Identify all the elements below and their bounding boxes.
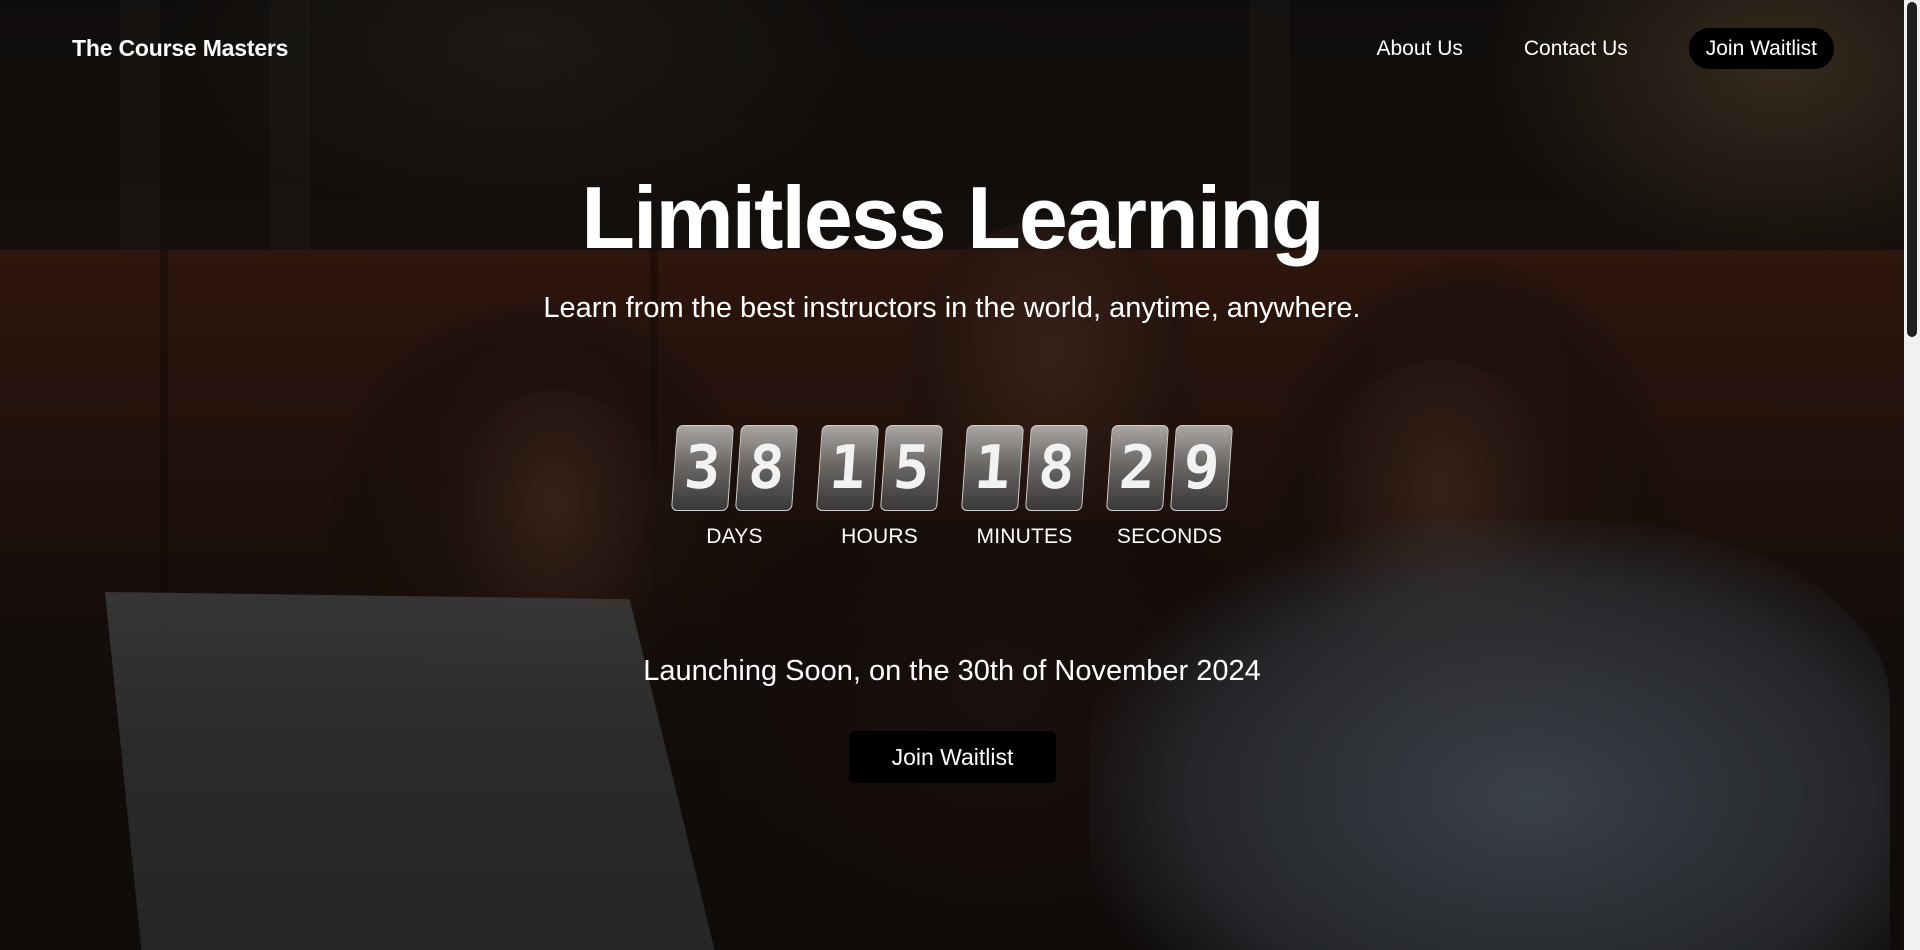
countdown-digit: 2 [1105, 425, 1170, 511]
join-waitlist-button[interactable]: Join Waitlist [849, 731, 1056, 783]
launch-date-text: Launching Soon, on the 30th of November … [643, 655, 1261, 687]
page-scrollbar[interactable] [1904, 0, 1920, 950]
brand-logo[interactable]: The Course Masters [72, 35, 288, 62]
countdown-days-digits: 3 8 [670, 425, 799, 511]
countdown-minutes: 1 8 MINUTES [960, 425, 1089, 549]
countdown-digit: 5 [879, 425, 944, 511]
countdown-hours-digits: 1 5 [815, 425, 944, 511]
hero-subtitle: Learn from the best instructors in the w… [543, 292, 1361, 324]
countdown-seconds: 2 9 SECONDS [1105, 425, 1234, 549]
countdown-days-label: DAYS [706, 525, 763, 548]
countdown-timer: 3 8 DAYS 1 5 HOURS 1 8 MINUTES 2 9 SECON… [0, 425, 1904, 549]
top-nav: About Us Contact Us Join Waitlist [1376, 28, 1834, 69]
countdown-seconds-label: SECONDS [1116, 525, 1223, 548]
countdown-minutes-label: MINUTES [976, 525, 1073, 548]
countdown-digit: 8 [734, 425, 799, 511]
countdown-minutes-digits: 1 8 [960, 425, 1089, 511]
nav-link-about-us[interactable]: About Us [1376, 29, 1462, 69]
countdown-digit: 1 [960, 425, 1025, 511]
hero-title: Limitless Learning [581, 168, 1325, 267]
countdown-days: 3 8 DAYS [670, 425, 799, 549]
countdown-hours: 1 5 HOURS [815, 425, 944, 549]
countdown-digit: 3 [670, 425, 735, 511]
countdown-hours-label: HOURS [841, 525, 918, 548]
countdown-digit: 8 [1024, 425, 1089, 511]
nav-link-contact-us[interactable]: Contact Us [1524, 29, 1628, 69]
scrollbar-thumb[interactable] [1907, 2, 1917, 337]
countdown-digit: 1 [815, 425, 880, 511]
countdown-seconds-digits: 2 9 [1105, 425, 1234, 511]
countdown-digit: 9 [1169, 425, 1234, 511]
nav-join-waitlist-button[interactable]: Join Waitlist [1688, 28, 1834, 69]
